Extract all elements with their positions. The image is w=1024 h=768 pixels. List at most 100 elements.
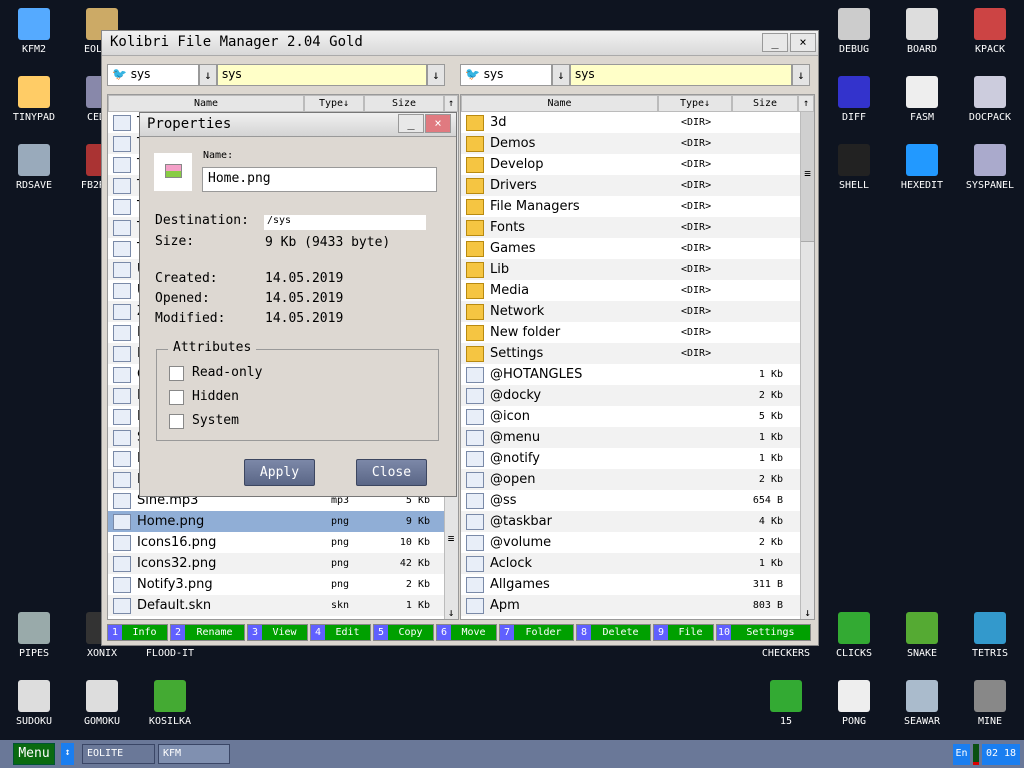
desktop-icon-kosilka[interactable]: KOSILKA <box>138 680 202 727</box>
clock[interactable]: 02 18 <box>982 744 1020 765</box>
file-row[interactable]: Home.png png 9 Kb <box>108 511 458 532</box>
desktop-icon-pong[interactable]: PONG <box>822 680 886 727</box>
fkey-file[interactable]: 9 File <box>653 624 714 641</box>
desktop-icon-docpack[interactable]: DOCPACK <box>958 76 1022 123</box>
column-size[interactable]: Size <box>364 95 444 112</box>
desktop-icon-seawar[interactable]: SEAWAR <box>890 680 954 727</box>
desktop-icon-rdsave[interactable]: RDSAVE <box>2 144 66 191</box>
file-row[interactable]: Demos <DIR> <box>461 133 814 154</box>
file-row[interactable]: Lib <DIR> <box>461 259 814 280</box>
right-path-field[interactable]: sys <box>570 64 792 86</box>
file-row[interactable]: File Managers <DIR> <box>461 196 814 217</box>
right-drive-dropdown[interactable]: ↓ <box>552 64 570 86</box>
desktop-icon-shell[interactable]: SHELL <box>822 144 886 191</box>
fkey-rename[interactable]: 2 Rename <box>170 624 245 641</box>
fkey-info[interactable]: 1 Info <box>107 624 168 641</box>
folder-icon <box>466 156 484 173</box>
right-path-dropdown[interactable]: ↓ <box>792 64 810 86</box>
fkey-edit[interactable]: 4 Edit <box>310 624 371 641</box>
desktop-icon-hexedit[interactable]: HEXEDIT <box>890 144 954 191</box>
fkey-view[interactable]: 3 View <box>247 624 308 641</box>
file-row[interactable]: @icon 5 Kb <box>461 406 814 427</box>
file-row[interactable]: @notify 1 Kb <box>461 448 814 469</box>
dialog-close-x-button[interactable]: × <box>425 114 451 133</box>
readonly-checkbox[interactable] <box>169 366 184 381</box>
fkey-settings[interactable]: 10 Settings <box>716 624 811 641</box>
fkey-move[interactable]: 6 Move <box>436 624 497 641</box>
file-name: Home.png <box>137 514 205 529</box>
system-checkbox[interactable] <box>169 414 184 429</box>
file-row[interactable]: Apm 803 B <box>461 595 814 616</box>
file-row[interactable]: @docky 2 Kb <box>461 385 814 406</box>
file-row[interactable]: Network <DIR> <box>461 301 814 322</box>
file-row[interactable]: Notify3.png png 2 Kb <box>108 574 458 595</box>
file-row[interactable]: Media <DIR> <box>461 280 814 301</box>
hidden-checkbox[interactable] <box>169 390 184 405</box>
minimize-button[interactable]: _ <box>762 33 788 52</box>
desktop-icon-clicks[interactable]: CLICKS <box>822 612 886 659</box>
file-row[interactable]: @ss 654 B <box>461 490 814 511</box>
file-row[interactable]: Drivers <DIR> <box>461 175 814 196</box>
desktop-icon-syspanel[interactable]: SYSPANEL <box>958 144 1022 191</box>
left-drive-select[interactable]: 🐦 sys <box>107 64 199 86</box>
right-scrollbar[interactable]: ≡ ↓ <box>800 112 814 619</box>
menu-button[interactable]: Menu <box>13 743 55 765</box>
folder-icon <box>466 177 484 194</box>
file-row[interactable]: Fonts <DIR> <box>461 217 814 238</box>
file-row[interactable]: Games <DIR> <box>461 238 814 259</box>
left-drive-dropdown[interactable]: ↓ <box>199 64 217 86</box>
fkey-label: Folder <box>525 627 562 638</box>
close-button[interactable]: × <box>790 33 816 52</box>
desktop-icon-fasm[interactable]: FASM <box>890 76 954 123</box>
desktop-icon-debug[interactable]: DEBUG <box>822 8 886 55</box>
file-row[interactable]: Settings <DIR> <box>461 343 814 364</box>
fkey-copy[interactable]: 5 Copy <box>373 624 434 641</box>
column-name[interactable]: Name <box>461 95 658 112</box>
file-row[interactable]: Allgames 311 B <box>461 574 814 595</box>
desktop-icon-diff[interactable]: DIFF <box>822 76 886 123</box>
desktop-icon-kpack[interactable]: KPACK <box>958 8 1022 55</box>
close-button[interactable]: Close <box>356 459 427 486</box>
desktop-icon-pipes[interactable]: PIPES <box>2 612 66 659</box>
file-row[interactable]: Default.skn skn 1 Kb <box>108 595 458 616</box>
apply-button[interactable]: Apply <box>244 459 315 486</box>
switch-button[interactable]: ↕ <box>61 743 74 765</box>
column-type[interactable]: Type↓ <box>304 95 364 112</box>
desktop-icon-gomoku[interactable]: GOMOKU <box>70 680 134 727</box>
left-path-field[interactable]: sys <box>217 64 427 86</box>
fkey-delete[interactable]: 8 Delete <box>576 624 651 641</box>
scroll-up-button[interactable]: ↑ <box>444 95 458 112</box>
column-size[interactable]: Size <box>732 95 798 112</box>
desktop-icon-mine[interactable]: MINE <box>958 680 1022 727</box>
file-row[interactable]: Icons16.png png 10 Kb <box>108 532 458 553</box>
desktop-icon-tinypad[interactable]: TINYPAD <box>2 76 66 123</box>
scroll-up-button[interactable]: ↑ <box>798 95 814 112</box>
file-row[interactable]: @menu 1 Kb <box>461 427 814 448</box>
file-row[interactable]: @volume 2 Kb <box>461 532 814 553</box>
fkey-folder[interactable]: 7 Folder <box>499 624 574 641</box>
name-input[interactable]: Home.png <box>202 167 437 192</box>
left-path-dropdown[interactable]: ↓ <box>427 64 445 86</box>
column-name[interactable]: Name <box>108 95 304 112</box>
file-row[interactable]: @open 2 Kb <box>461 469 814 490</box>
file-row[interactable]: @HOTANGLES 1 Kb <box>461 364 814 385</box>
file-row[interactable]: Icons32.png png 42 Kb <box>108 553 458 574</box>
file-row[interactable]: New folder <DIR> <box>461 322 814 343</box>
task-eolite[interactable]: EOLITE <box>82 744 155 764</box>
desktop-icon-board[interactable]: BOARD <box>890 8 954 55</box>
column-type[interactable]: Type↓ <box>658 95 732 112</box>
file-row[interactable]: Aclock 1 Kb <box>461 553 814 574</box>
desktop-icon-kfm2[interactable]: KFM2 <box>2 8 66 55</box>
file-type: <DIR> <box>681 264 712 275</box>
desktop-icon-tetris[interactable]: TETRIS <box>958 612 1022 659</box>
desktop-icon-snake[interactable]: SNAKE <box>890 612 954 659</box>
desktop-icon-sudoku[interactable]: SUDOKU <box>2 680 66 727</box>
task-kfm[interactable]: KFM <box>158 744 230 764</box>
file-row[interactable]: @taskbar 4 Kb <box>461 511 814 532</box>
right-drive-select[interactable]: 🐦 sys <box>460 64 552 86</box>
language-indicator[interactable]: En <box>953 744 970 765</box>
file-row[interactable]: 3d <DIR> <box>461 112 814 133</box>
desktop-icon-15[interactable]: 15 <box>754 680 818 727</box>
dialog-minimize-button[interactable]: _ <box>398 114 424 133</box>
file-row[interactable]: Develop <DIR> <box>461 154 814 175</box>
